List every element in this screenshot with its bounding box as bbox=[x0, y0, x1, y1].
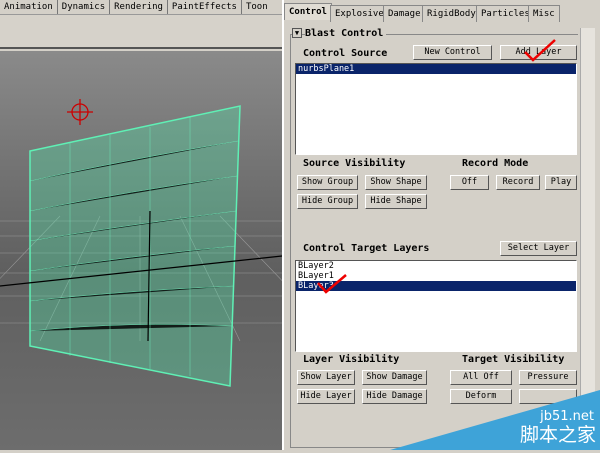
control-source-list[interactable]: nurbsPlane1 bbox=[295, 63, 577, 155]
shelf-tab-rendering[interactable]: Rendering bbox=[110, 0, 168, 14]
tab-rigidbody[interactable]: RigidBody bbox=[422, 5, 481, 22]
shelf-tab-painteffects[interactable]: PaintEffects bbox=[168, 0, 242, 14]
control-source-label: Control Source bbox=[303, 48, 388, 59]
list-item[interactable]: BLayer1 bbox=[296, 271, 576, 281]
tab-control[interactable]: Control bbox=[284, 3, 332, 20]
3d-viewport[interactable] bbox=[0, 51, 341, 450]
tab-damage[interactable]: Damage bbox=[383, 5, 426, 22]
list-item[interactable]: BLayer2 bbox=[296, 261, 576, 271]
target-visibility-label: Target Visibility bbox=[462, 354, 565, 365]
shelf-tabs: Animation Dynamics Rendering PaintEffect… bbox=[0, 0, 314, 15]
tab-misc[interactable]: Misc bbox=[528, 5, 560, 22]
select-layer-button[interactable]: Select Layer bbox=[500, 241, 577, 256]
show-layer-button[interactable]: Show Layer bbox=[297, 370, 355, 385]
source-visibility-label: Source Visibility bbox=[303, 158, 406, 169]
hide-layer-button[interactable]: Hide Layer bbox=[297, 389, 355, 404]
list-item[interactable]: nurbsPlane1 bbox=[296, 64, 576, 74]
hide-damage-button[interactable]: Hide Damage bbox=[362, 389, 427, 404]
shelf-tab-dynamics[interactable]: Dynamics bbox=[58, 0, 111, 14]
collapse-arrow-icon[interactable]: ▼ bbox=[292, 28, 302, 38]
layer-visibility-label: Layer Visibility bbox=[303, 354, 400, 365]
record-mode-label: Record Mode bbox=[462, 158, 529, 169]
target-layers-list[interactable]: BLayer2 BLayer1 BLayer3 bbox=[295, 260, 577, 352]
add-layer-button[interactable]: Add Layer bbox=[500, 45, 577, 60]
all-off-button[interactable]: All Off bbox=[450, 370, 512, 385]
watermark-name: 脚本之家 bbox=[519, 424, 596, 446]
shelf-bar bbox=[0, 15, 282, 49]
play-button[interactable]: Play bbox=[545, 175, 577, 190]
deform-button[interactable]: Deform bbox=[450, 389, 512, 404]
nurbs-plane-mesh bbox=[29, 105, 241, 387]
control-target-layers-label: Control Target Layers bbox=[303, 243, 430, 254]
show-damage-button[interactable]: Show Damage bbox=[362, 370, 427, 385]
tab-particles[interactable]: Particles bbox=[476, 5, 535, 22]
off-button[interactable]: Off bbox=[450, 175, 489, 190]
show-shape-button[interactable]: Show Shape bbox=[365, 175, 427, 190]
frame-title: Blast Control bbox=[305, 28, 387, 39]
new-control-button[interactable]: New Control bbox=[413, 45, 492, 60]
tab-explosive[interactable]: Explosive bbox=[330, 5, 389, 22]
record-button[interactable]: Record bbox=[496, 175, 540, 190]
panel-scrollbar[interactable] bbox=[580, 28, 595, 443]
scene bbox=[0, 99, 341, 387]
hide-group-button[interactable]: Hide Group bbox=[297, 194, 358, 209]
pressure-button[interactable]: Pressure bbox=[519, 370, 577, 385]
shelf-tab-animation[interactable]: Animation bbox=[0, 0, 58, 14]
locator-icon bbox=[67, 99, 93, 125]
show-group-button[interactable]: Show Group bbox=[297, 175, 358, 190]
hide-shape-button[interactable]: Hide Shape bbox=[365, 194, 427, 209]
list-item[interactable]: BLayer3 bbox=[296, 281, 576, 291]
